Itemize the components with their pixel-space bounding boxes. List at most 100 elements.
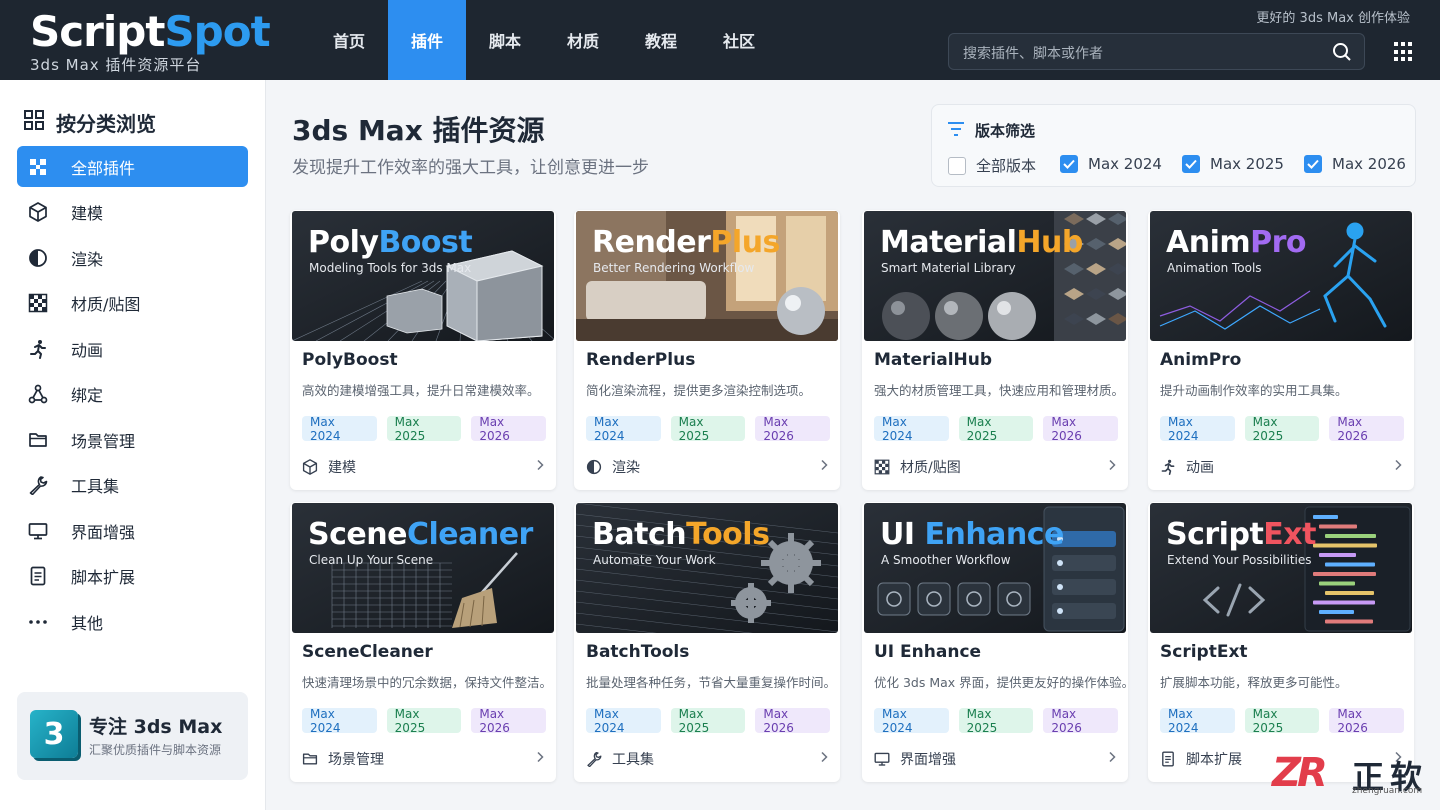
checkbox-max-2026[interactable] xyxy=(1304,155,1322,173)
chevron-right-icon[interactable] xyxy=(534,751,546,763)
plugin-card[interactable]: PolyBoost Modeling Tools for 3ds Max PolyB… xyxy=(290,210,556,490)
chevron-right-icon[interactable] xyxy=(818,459,830,471)
plugin-card[interactable]: SceneCleaner Clean Up Your Scene SceneClea… xyxy=(290,502,556,782)
chevron-right-icon[interactable] xyxy=(534,459,546,471)
filter-max-2024[interactable]: Max 2024 xyxy=(1060,155,1162,173)
category-label: 脚本扩展 xyxy=(1186,752,1242,768)
tag-max-2024: Max 2024 xyxy=(586,707,661,735)
plugin-name[interactable]: MaterialHub xyxy=(874,350,992,370)
nav-materials[interactable]: 材质 xyxy=(544,0,622,80)
sidebar-item-label: 动画 xyxy=(71,340,104,360)
plugin-category[interactable]: 材质/贴图 xyxy=(874,457,961,477)
thumbnail-title-accent: Ext xyxy=(1263,517,1316,552)
nav-home[interactable]: 首页 xyxy=(310,0,388,80)
plugin-card[interactable]: RenderPlus Better Rendering Workflow Rende… xyxy=(574,210,840,490)
folder-icon xyxy=(302,751,318,767)
sidebar-item-5[interactable]: 绑定 xyxy=(17,374,248,415)
chevron-right-icon[interactable] xyxy=(1106,459,1118,471)
sidebar-item-6[interactable]: 场景管理 xyxy=(17,419,248,460)
plugin-category[interactable]: 动画 xyxy=(1160,457,1214,477)
thumbnail-title-part: Batch xyxy=(592,517,687,552)
thumbnail-subtitle: Animation Tools xyxy=(1167,261,1262,275)
plugin-card[interactable]: BatchTools Automate Your Work BatchTools 批量… xyxy=(574,502,840,782)
main-nav: 首页 插件 脚本 材质 教程 社区 xyxy=(310,0,778,80)
plugin-thumbnail[interactable]: UI Enhance A Smoother Workflow xyxy=(864,503,1126,633)
sidebar-item-2[interactable]: 渲染 xyxy=(17,237,248,278)
sidebar-item-4[interactable]: 动画 xyxy=(17,328,248,369)
apps-grid-icon[interactable] xyxy=(1394,42,1414,62)
search-input[interactable]: 搜索插件、脚本或作者 xyxy=(948,33,1365,70)
version-tags: Max 2024 Max 2025 Max 2026 xyxy=(302,415,556,443)
tag-max-2026: Max 2026 xyxy=(755,415,831,443)
plugin-name[interactable]: ScriptExt xyxy=(1160,642,1248,662)
plugin-category[interactable]: 建模 xyxy=(302,457,356,477)
plugin-name[interactable]: AnimPro xyxy=(1160,350,1241,370)
sidebar-item-8[interactable]: 界面增强 xyxy=(17,510,248,551)
chevron-right-icon[interactable] xyxy=(818,751,830,763)
logo-text-script: Script xyxy=(30,7,165,56)
nav-scripts[interactable]: 脚本 xyxy=(466,0,544,80)
sidebar-item-10[interactable]: 其他 xyxy=(17,601,248,642)
thumbnail-title-part: Poly xyxy=(308,225,379,260)
sidebar-item-1[interactable]: 建模 xyxy=(17,192,248,233)
filter-max-2026[interactable]: Max 2026 xyxy=(1304,155,1406,173)
tag-max-2026: Max 2026 xyxy=(471,707,547,735)
plugin-category[interactable]: 工具集 xyxy=(586,749,654,769)
nav-community[interactable]: 社区 xyxy=(700,0,778,80)
plugin-description: 简化渲染流程，提供更多渲染控制选项。 xyxy=(586,383,812,398)
running-figure-icon xyxy=(1160,459,1176,475)
plugin-thumbnail[interactable]: BatchTools Automate Your Work xyxy=(576,503,838,633)
logo[interactable]: ScriptSpot 3ds Max 插件资源平台 xyxy=(30,7,271,75)
plugin-name[interactable]: PolyBoost xyxy=(302,350,398,370)
thumbnail-title-accent: Cleaner xyxy=(406,517,533,552)
checkbox-all-versions[interactable] xyxy=(948,156,966,175)
filter-max-2025[interactable]: Max 2025 xyxy=(1182,155,1284,173)
plugin-category[interactable]: 渲染 xyxy=(586,457,640,477)
plugin-category[interactable]: 场景管理 xyxy=(302,749,384,769)
sidebar-item-label: 渲染 xyxy=(71,249,104,269)
nav-tutorials[interactable]: 教程 xyxy=(622,0,700,80)
plugin-card[interactable]: AnimPro Animation Tools AnimPro 提升动画制作效率的实用… xyxy=(1148,210,1414,490)
sidebar-item-3[interactable]: 材质/贴图 xyxy=(17,283,248,324)
plugin-thumbnail[interactable]: MaterialHub Smart Material Library xyxy=(864,211,1126,341)
plugin-name[interactable]: RenderPlus xyxy=(586,350,695,370)
category-label: 场景管理 xyxy=(328,752,384,768)
plugin-thumbnail[interactable]: ScriptExt Extend Your Possibilities xyxy=(1150,503,1412,633)
checkbox-max-2024[interactable] xyxy=(1060,155,1078,173)
version-tags: Max 2024 Max 2025 Max 2026 xyxy=(586,707,840,735)
plugin-card[interactable]: MaterialHub Smart Material Library Materia… xyxy=(862,210,1128,490)
plugin-description: 扩展脚本功能，释放更多可能性。 xyxy=(1160,675,1348,690)
wrench-icon xyxy=(27,474,49,496)
filter-title-text: 版本筛选 xyxy=(975,122,1036,140)
sidebar-item-9[interactable]: 脚本扩展 xyxy=(17,556,248,597)
document-icon xyxy=(27,565,49,587)
node-graph-icon xyxy=(27,383,49,405)
plugin-name[interactable]: BatchTools xyxy=(586,642,689,662)
version-tags: Max 2024 Max 2025 Max 2026 xyxy=(302,707,556,735)
plugin-category[interactable]: 界面增强 xyxy=(874,749,956,769)
plugin-name[interactable]: SceneCleaner xyxy=(302,642,433,662)
plugin-thumbnail[interactable]: RenderPlus Better Rendering Workflow xyxy=(576,211,838,341)
category-grid-icon xyxy=(24,110,44,135)
search-icon[interactable] xyxy=(1332,42,1352,62)
sidebar-item-0[interactable]: 全部插件 xyxy=(17,146,248,187)
nav-plugins[interactable]: 插件 xyxy=(388,0,466,80)
chevron-right-icon[interactable] xyxy=(1392,459,1404,471)
checkbox-max-2025[interactable] xyxy=(1182,155,1200,173)
plugin-name[interactable]: UI Enhance xyxy=(874,642,981,662)
category-label: 材质/贴图 xyxy=(900,460,961,476)
version-tags: Max 2024 Max 2025 Max 2026 xyxy=(1160,707,1414,735)
sidebar-title-text: 按分类浏览 xyxy=(56,112,156,136)
plugin-card[interactable]: ScriptExt Extend Your Possibilities Script… xyxy=(1148,502,1414,782)
plugin-card[interactable]: UI Enhance A Smoother Workflow UI Enhance 优… xyxy=(862,502,1128,782)
plugin-thumbnail[interactable]: SceneCleaner Clean Up Your Scene xyxy=(292,503,554,633)
chevron-right-icon[interactable] xyxy=(1106,751,1118,763)
sidebar-item-7[interactable]: 工具集 xyxy=(17,465,248,506)
plugin-thumbnail[interactable]: AnimPro Animation Tools xyxy=(1150,211,1412,341)
plugin-description: 优化 3ds Max 界面，提供更友好的操作体验。 xyxy=(874,675,1128,690)
tag-max-2025: Max 2025 xyxy=(670,415,746,443)
plugin-category[interactable]: 脚本扩展 xyxy=(1160,749,1242,769)
filter-all-versions[interactable]: 全部版本 xyxy=(948,155,1036,176)
plugin-thumbnail[interactable]: PolyBoost Modeling Tools for 3ds Max xyxy=(292,211,554,341)
tag-max-2024: Max 2024 xyxy=(874,707,949,735)
